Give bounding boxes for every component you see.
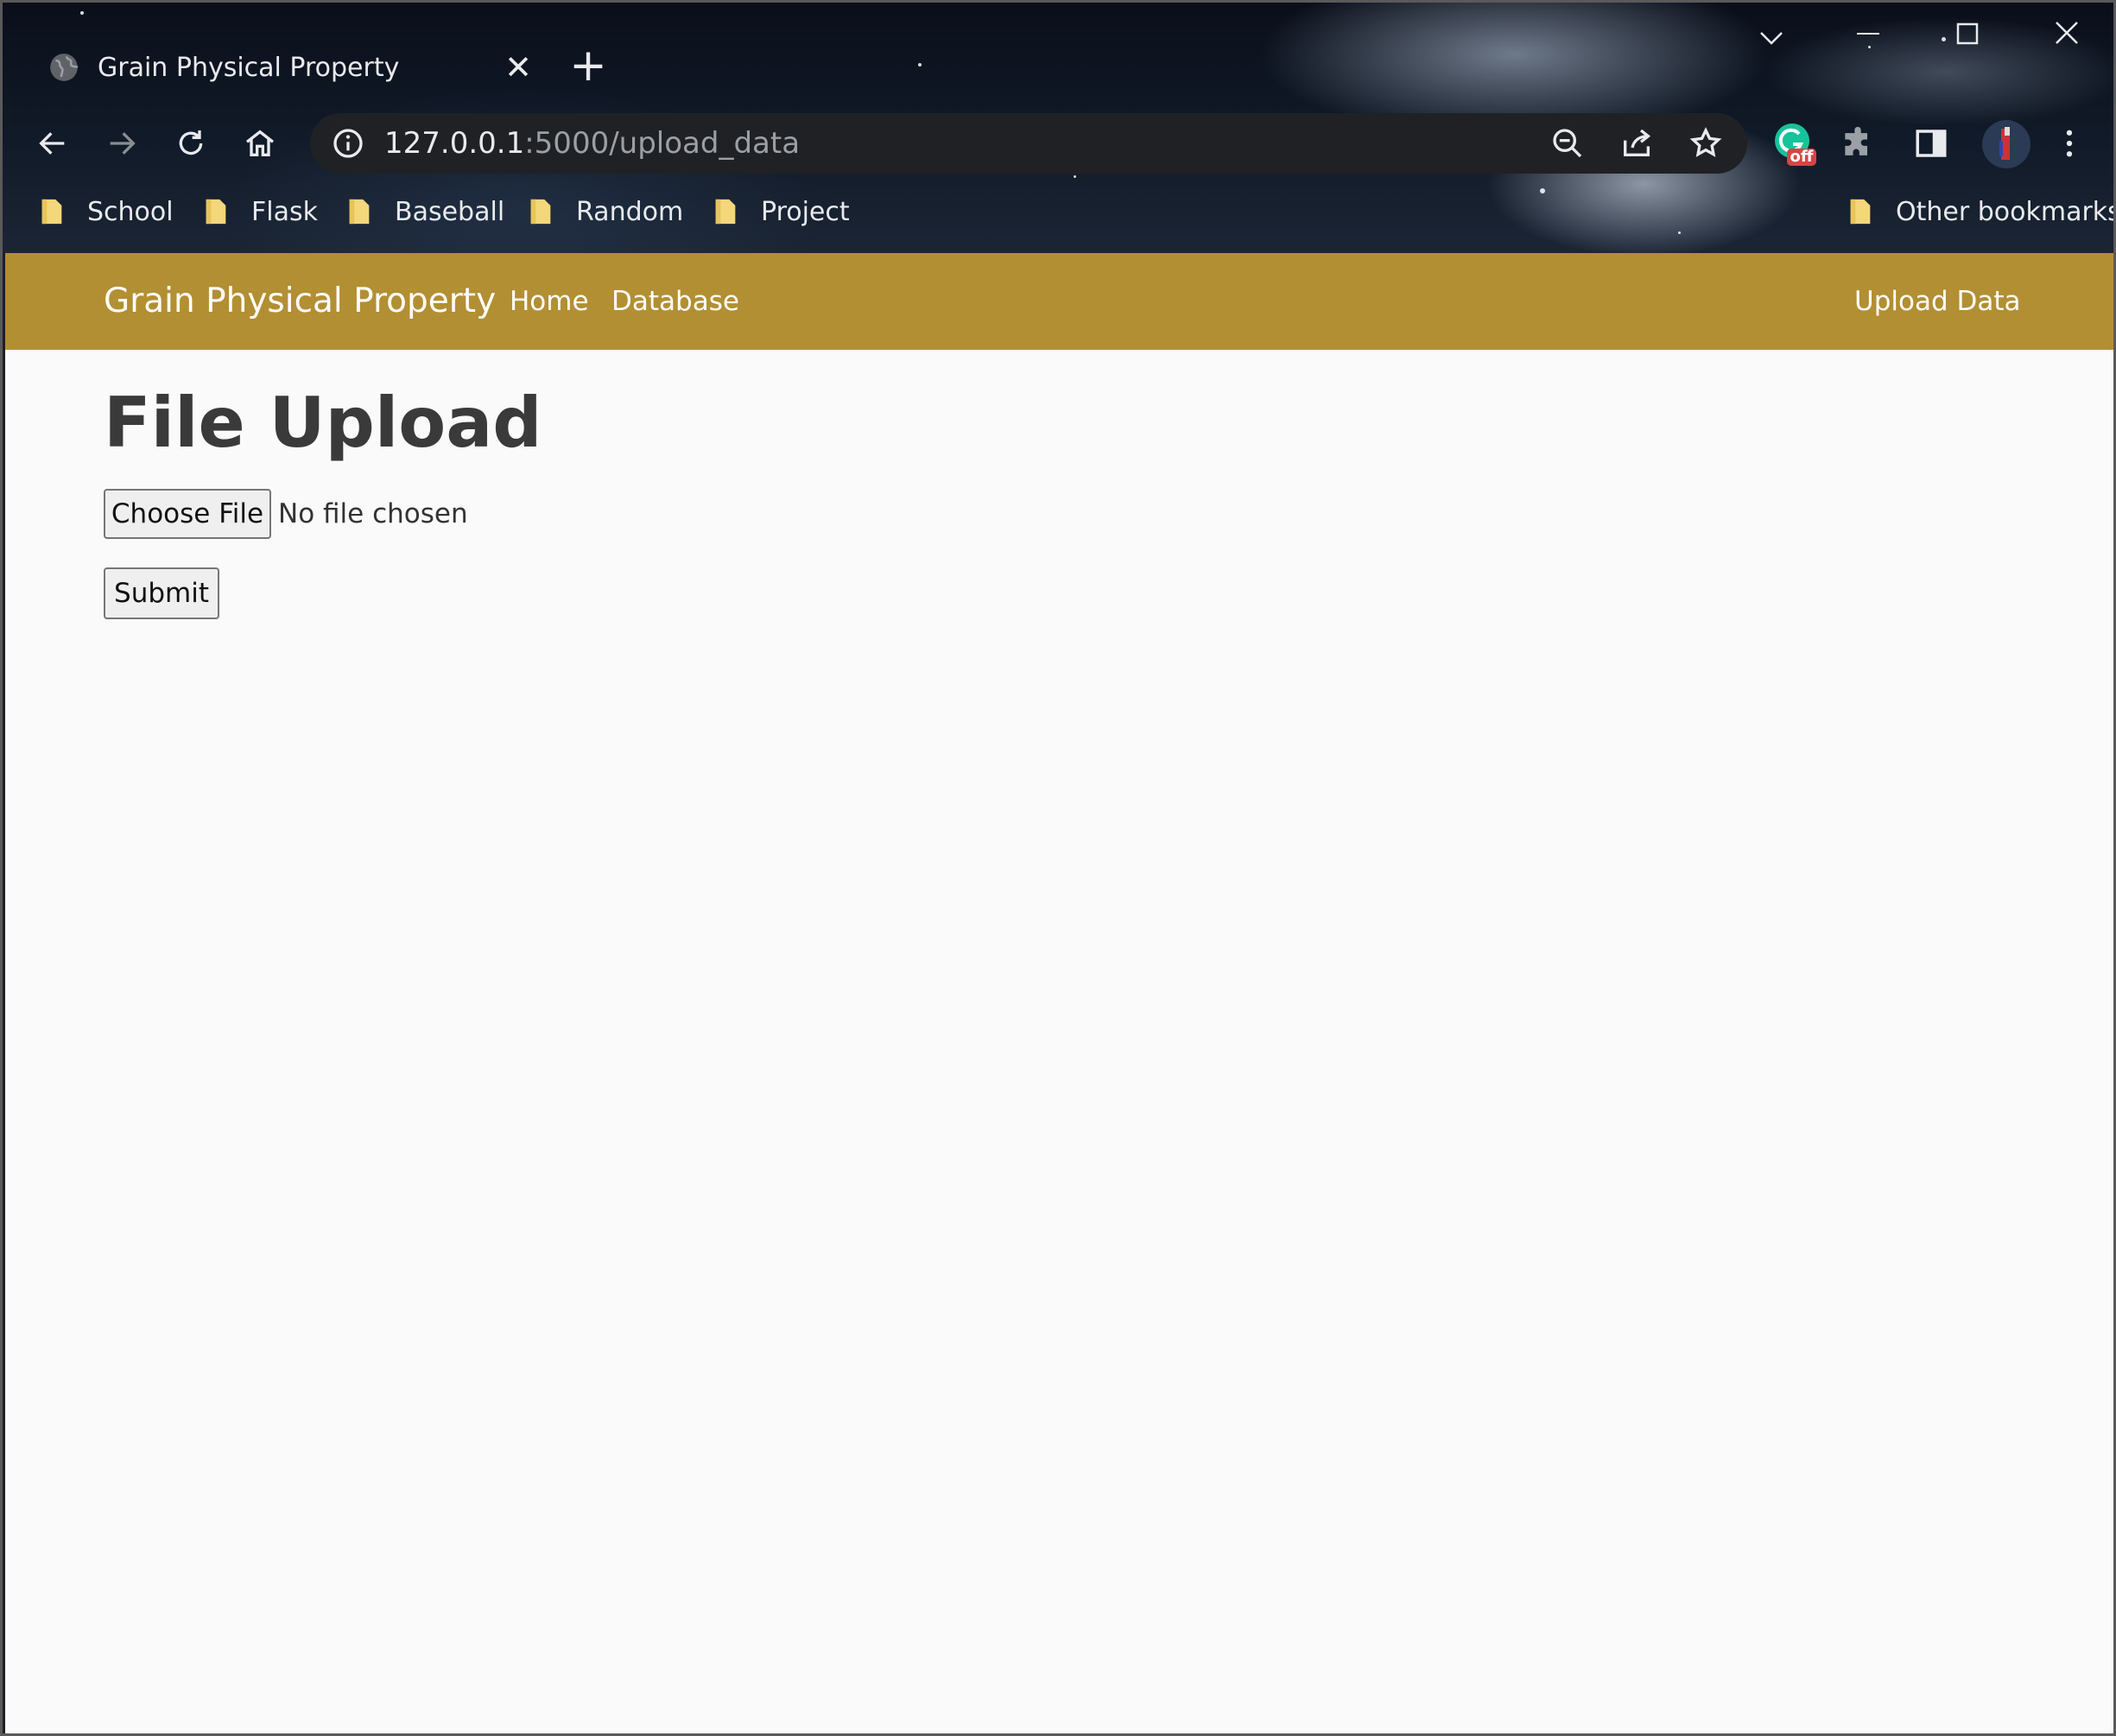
nav-link-upload-data[interactable]: Upload Data bbox=[1854, 253, 2021, 350]
bookmark-label: Project bbox=[761, 196, 850, 227]
folder-icon bbox=[715, 199, 736, 225]
browser-toolbar: 127.0.0.1:5000/upload_data off bbox=[3, 113, 2113, 174]
new-tab-button[interactable]: + bbox=[562, 35, 614, 96]
maximize-icon[interactable] bbox=[1937, 11, 1998, 63]
folder-icon bbox=[41, 199, 62, 225]
profile-avatar[interactable] bbox=[1982, 120, 2030, 168]
folder-icon bbox=[530, 199, 551, 225]
extensions-puzzle-icon[interactable] bbox=[1839, 125, 1877, 163]
bookmark-random[interactable]: Random bbox=[528, 186, 683, 238]
tab-search-icon[interactable] bbox=[1741, 11, 1802, 63]
choose-file-button[interactable]: Choose File bbox=[104, 489, 271, 539]
file-status-text: No file chosen bbox=[278, 498, 468, 529]
site-navbar: Grain Physical Property Home Database Up… bbox=[5, 253, 2113, 350]
home-button[interactable] bbox=[234, 113, 286, 174]
close-window-icon[interactable] bbox=[2037, 11, 2097, 63]
navbar-brand[interactable]: Grain Physical Property bbox=[104, 253, 496, 350]
web-page: Grain Physical Property Home Database Up… bbox=[5, 253, 2113, 1733]
folder-icon bbox=[1850, 199, 1871, 225]
close-tab-icon[interactable]: ✕ bbox=[497, 48, 540, 86]
zoom-out-icon[interactable] bbox=[1550, 126, 1585, 161]
folder-icon bbox=[206, 199, 226, 225]
url-host: 127.0.0.1 bbox=[384, 126, 525, 161]
browser-tab[interactable]: Grain Physical Property ✕ bbox=[22, 29, 540, 106]
address-bar[interactable]: 127.0.0.1:5000/upload_data bbox=[310, 113, 1747, 174]
other-bookmarks-label: Other bookmarks bbox=[1896, 196, 2116, 227]
globe-icon bbox=[50, 54, 79, 81]
bookmark-flask[interactable]: Flask bbox=[203, 186, 318, 238]
submit-button[interactable]: Submit bbox=[104, 567, 219, 619]
bookmarks-bar: School Flask Baseball Random Project Oth… bbox=[3, 186, 2116, 238]
browser-window: Grain Physical Property ✕ + 127.0.0.1:5… bbox=[0, 0, 2116, 1736]
menu-kebab-icon[interactable] bbox=[2051, 125, 2087, 162]
folder-icon bbox=[349, 199, 370, 225]
bookmark-baseball[interactable]: Baseball bbox=[346, 186, 504, 238]
site-info-icon[interactable] bbox=[331, 126, 365, 161]
side-panel-icon[interactable] bbox=[1913, 125, 1949, 162]
page-title: File Upload bbox=[104, 383, 542, 463]
bookmark-label: Baseball bbox=[395, 196, 505, 227]
back-button[interactable] bbox=[27, 113, 79, 174]
share-icon[interactable] bbox=[1619, 126, 1654, 161]
tab-title: Grain Physical Property bbox=[98, 52, 400, 83]
extension-off-badge: off bbox=[1790, 148, 1814, 166]
bookmark-school[interactable]: School bbox=[39, 186, 174, 238]
bookmark-star-icon[interactable] bbox=[1688, 126, 1723, 161]
minimize-icon[interactable] bbox=[1838, 11, 1898, 63]
reload-icon bbox=[179, 130, 203, 155]
bookmark-label: School bbox=[87, 196, 174, 227]
home-icon bbox=[245, 130, 275, 156]
forward-button[interactable] bbox=[96, 113, 148, 174]
grammarly-extension-icon[interactable]: off bbox=[1770, 120, 1818, 168]
url-path: :5000/upload_data bbox=[524, 126, 801, 161]
other-bookmarks[interactable]: Other bookmarks bbox=[1847, 186, 2116, 238]
browser-frame: Grain Physical Property ✕ + 127.0.0.1:5… bbox=[3, 3, 2116, 253]
bookmark-project[interactable]: Project bbox=[713, 186, 850, 238]
reload-button[interactable] bbox=[165, 113, 217, 174]
bookmark-label: Random bbox=[576, 196, 684, 227]
back-arrow-icon bbox=[39, 132, 65, 155]
nav-link-database[interactable]: Database bbox=[611, 253, 739, 350]
nav-link-home[interactable]: Home bbox=[510, 253, 589, 350]
bookmark-label: Flask bbox=[251, 196, 318, 227]
forward-arrow-icon bbox=[110, 132, 136, 155]
